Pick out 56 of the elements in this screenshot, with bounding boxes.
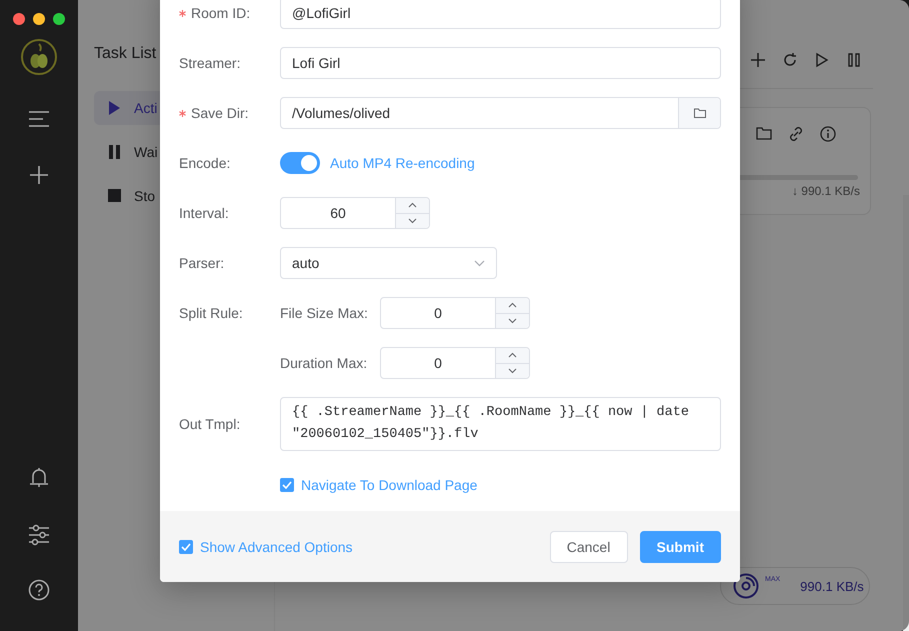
text-field[interactable]: @LofiGirl <box>280 0 721 29</box>
field-label: Split Rule: <box>179 305 243 321</box>
field-label: File Size Max: <box>280 305 369 321</box>
page-title: Task List <box>94 45 156 63</box>
field-label: Room ID: <box>191 5 250 21</box>
link-icon[interactable] <box>788 126 804 142</box>
field-label: Streamer: <box>179 55 240 71</box>
decrease-icon[interactable] <box>408 218 417 224</box>
increase-icon[interactable] <box>508 352 517 358</box>
field-label: Out Tmpl: <box>179 416 240 432</box>
help-icon[interactable] <box>28 579 50 601</box>
field-label: Duration Max: <box>280 355 368 371</box>
switch-label: Auto MP4 Re-encoding <box>330 155 475 171</box>
number-field[interactable]: 0 <box>380 347 530 379</box>
directory-field[interactable]: /Volumes/olived <box>280 97 721 129</box>
download-speed: ↓ 990.1 KB/s <box>792 184 860 198</box>
cancel-button[interactable]: Cancel <box>550 530 628 562</box>
decrease-icon[interactable] <box>508 318 517 324</box>
stop-icon <box>106 187 122 205</box>
pause-icon <box>106 143 122 161</box>
menu-icon[interactable] <box>28 110 50 128</box>
check-icon <box>181 542 191 550</box>
bell-icon[interactable] <box>29 467 49 489</box>
minimize-window-button[interactable] <box>33 13 45 25</box>
decrease-icon[interactable] <box>508 368 517 374</box>
check-icon <box>282 481 292 489</box>
field-label: Interval: <box>179 205 229 221</box>
toggle-switch[interactable] <box>280 152 320 174</box>
nav-item[interactable]: Sto <box>94 179 160 213</box>
field-label: Parser: <box>179 255 224 271</box>
folder-icon[interactable] <box>756 126 772 140</box>
add-icon[interactable] <box>750 52 766 68</box>
play-icon[interactable] <box>814 52 830 68</box>
number-field[interactable]: 60 <box>280 197 430 229</box>
field-label: Encode: <box>179 155 230 171</box>
folder-icon[interactable] <box>694 108 706 118</box>
parser-select[interactable]: auto <box>280 247 497 279</box>
play-icon <box>106 99 122 117</box>
field-label: Save Dir: <box>191 105 249 121</box>
olive-logo-icon <box>20 38 58 76</box>
info-icon[interactable] <box>820 126 836 142</box>
refresh-icon[interactable] <box>782 52 798 68</box>
disk-icon <box>733 573 759 599</box>
close-window-button[interactable] <box>13 13 25 25</box>
increase-icon[interactable] <box>508 302 517 308</box>
template-field[interactable]: {{ .StreamerName }}_{{ .RoomName }}_{{ now | date "20060102_150405"}}.flv <box>280 397 721 451</box>
max-speed: 990.1 KB/s <box>800 578 864 594</box>
add-icon[interactable] <box>29 165 49 185</box>
pause-icon[interactable] <box>846 52 862 68</box>
caret-icon <box>474 260 485 266</box>
settings-icon[interactable] <box>28 524 50 546</box>
increase-icon[interactable] <box>408 202 417 208</box>
nav-item[interactable]: Wai <box>94 135 160 169</box>
number-field[interactable]: 0 <box>380 297 530 329</box>
text-field[interactable]: Lofi Girl <box>280 47 721 79</box>
zoom-window-button[interactable] <box>53 13 65 25</box>
